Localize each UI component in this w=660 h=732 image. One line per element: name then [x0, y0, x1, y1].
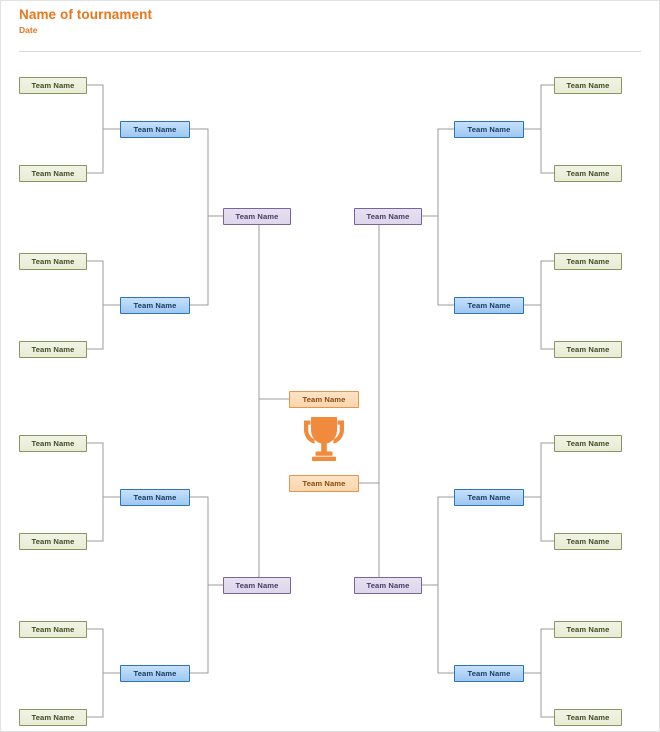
right-round1-team-5[interactable]: Team Name	[554, 434, 622, 452]
tournament-date: Date	[19, 25, 38, 35]
header-divider	[19, 51, 641, 52]
left-round2-team-1[interactable]: Team Name	[120, 120, 190, 138]
trophy-icon	[304, 417, 344, 461]
right-round1-team-4[interactable]: Team Name	[554, 340, 622, 358]
right-round1-team-7[interactable]: Team Name	[554, 620, 622, 638]
right-round2-team-2[interactable]: Team Name	[454, 296, 524, 314]
left-semifinal-team-2[interactable]: Team Name	[223, 576, 291, 594]
page-title: Name of tournament	[19, 7, 153, 22]
left-round1-team-8[interactable]: Team Name	[19, 708, 87, 726]
right-round1-team-2[interactable]: Team Name	[554, 164, 622, 182]
left-round1-team-2[interactable]: Team Name	[19, 164, 87, 182]
right-round1-team-3[interactable]: Team Name	[554, 252, 622, 270]
right-round1-team-1[interactable]: Team Name	[554, 76, 622, 94]
right-round2-team-1[interactable]: Team Name	[454, 120, 524, 138]
left-round1-team-3[interactable]: Team Name	[19, 252, 87, 270]
left-round2-team-3[interactable]: Team Name	[120, 488, 190, 506]
right-round1-team-8[interactable]: Team Name	[554, 708, 622, 726]
left-semifinal-team-1[interactable]: Team Name	[223, 207, 291, 225]
left-round1-team-1[interactable]: Team Name	[19, 76, 87, 94]
left-round2-team-4[interactable]: Team Name	[120, 664, 190, 682]
final-team-2[interactable]: Team Name	[289, 474, 359, 492]
left-round1-team-5[interactable]: Team Name	[19, 434, 87, 452]
left-round2-team-2[interactable]: Team Name	[120, 296, 190, 314]
right-semifinal-team-2[interactable]: Team Name	[354, 576, 422, 594]
left-round1-team-6[interactable]: Team Name	[19, 532, 87, 550]
right-semifinal-team-1[interactable]: Team Name	[354, 207, 422, 225]
left-round1-team-4[interactable]: Team Name	[19, 340, 87, 358]
right-round2-team-3[interactable]: Team Name	[454, 488, 524, 506]
right-round1-team-6[interactable]: Team Name	[554, 532, 622, 550]
right-round2-team-4[interactable]: Team Name	[454, 664, 524, 682]
left-round1-team-7[interactable]: Team Name	[19, 620, 87, 638]
tournament-bracket-page: Name of tournament Date Team Name Team Na…	[0, 0, 660, 732]
final-team-1[interactable]: Team Name	[289, 390, 359, 408]
page-header: Name of tournament Date	[1, 1, 659, 53]
